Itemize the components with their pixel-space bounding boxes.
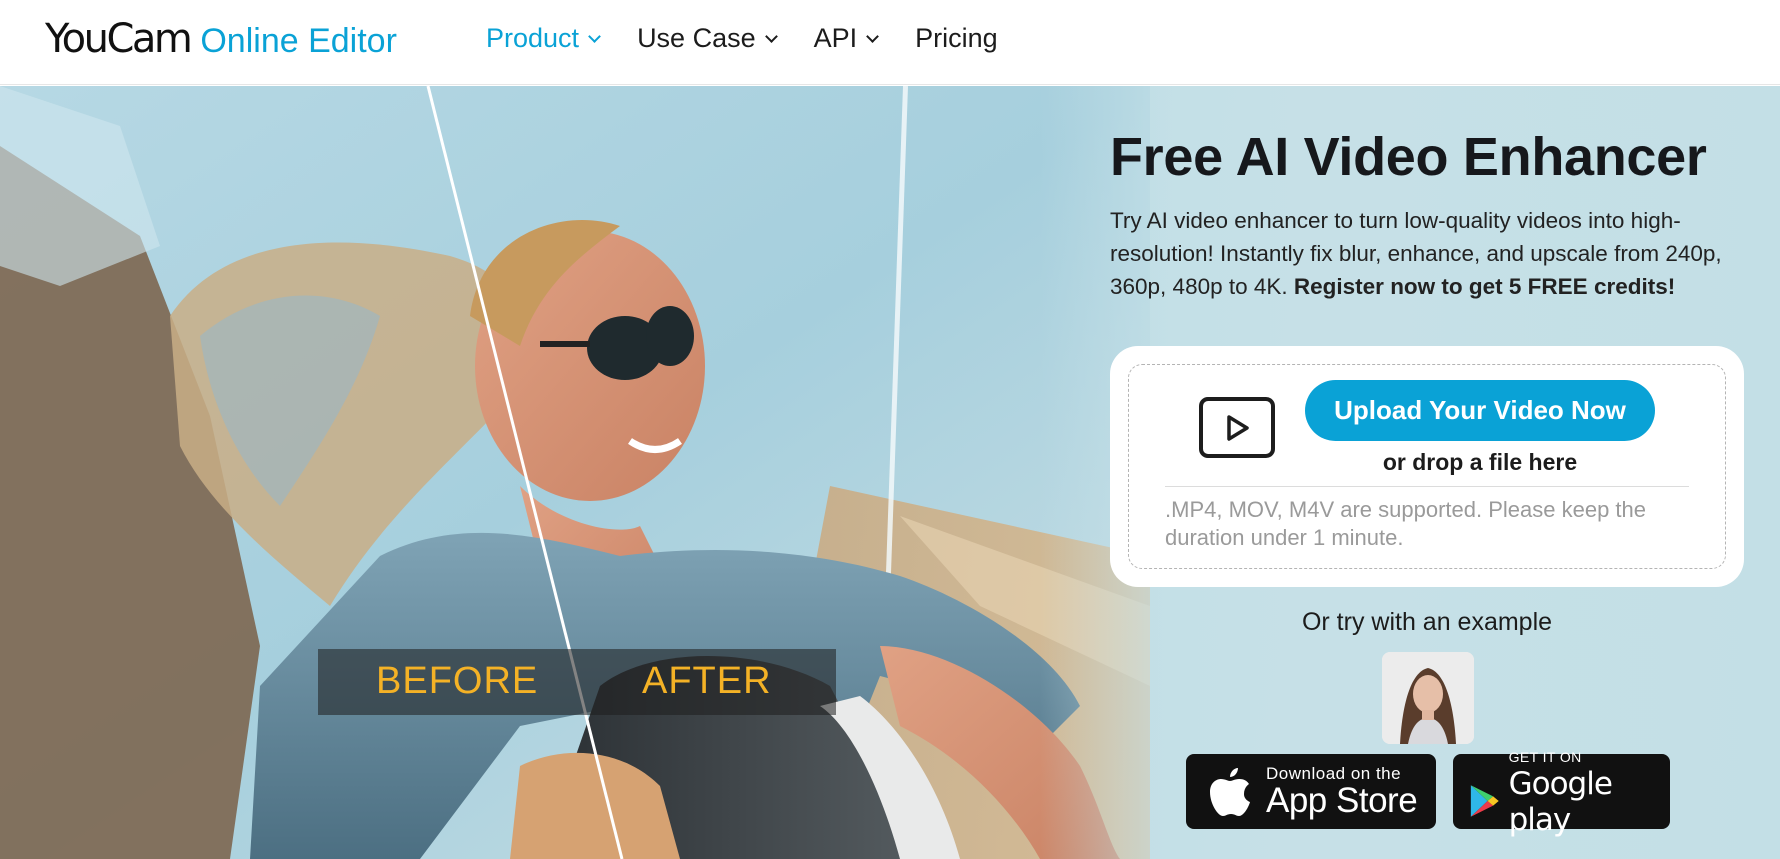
nav-item-product[interactable]: Product xyxy=(486,20,601,56)
nav-item-label: Pricing xyxy=(915,22,998,53)
chevron-down-icon xyxy=(764,29,778,43)
google-play-small-text: GET IT ON xyxy=(1508,748,1582,765)
nav-item-label: Product xyxy=(486,22,580,53)
google-play-big-text: Google play xyxy=(1508,765,1613,838)
before-label: BEFORE xyxy=(376,660,539,702)
drop-file-text: or drop a file here xyxy=(1382,449,1578,475)
upload-divider xyxy=(1165,486,1689,487)
nav-item-pricing[interactable]: Pricing xyxy=(915,20,998,56)
google-play-icon xyxy=(1470,784,1499,817)
app-store-big-text: App Store xyxy=(1266,780,1418,820)
chevron-down-icon xyxy=(866,29,880,43)
upload-card: Upload Your Video Now or drop a file her… xyxy=(1110,346,1744,587)
chevron-down-icon xyxy=(588,29,601,43)
site-header: YouCam Online Editor Product Use Case AP… xyxy=(0,0,1780,85)
upload-video-button[interactable]: Upload Your Video Now xyxy=(1305,380,1655,441)
app-store-button[interactable]: Download on the App Store xyxy=(1186,754,1436,829)
hero-description-highlight: Register now to get 5 FREE credits! xyxy=(1293,274,1676,299)
app-store-small-text: Download on the xyxy=(1266,763,1402,783)
example-video-thumbnail[interactable] xyxy=(1382,652,1474,744)
supported-formats-text: .MP4, MOV, M4V are supported. Please kee… xyxy=(1165,497,1647,550)
nav-item-label: Use Case xyxy=(637,22,756,53)
logo[interactable]: YouCam Online Editor xyxy=(45,16,397,62)
after-label: AFTER xyxy=(642,660,772,702)
logo-main-text: YouCam xyxy=(45,16,193,62)
page-title: Free AI Video Enhancer xyxy=(1110,127,1707,187)
before-after-hero-image xyxy=(0,86,1150,859)
hero-description: Try AI video enhancer to turn low-qualit… xyxy=(1110,204,1740,303)
hero-section: BEFORE AFTER Free AI Video Enhancer Try … xyxy=(0,86,1780,859)
try-example-label: Or try with an example xyxy=(1301,608,1553,636)
nav-item-use-case[interactable]: Use Case xyxy=(637,20,778,56)
nav-item-api[interactable]: API xyxy=(813,20,880,56)
logo-sub-text: Online Editor xyxy=(200,22,397,60)
video-play-icon xyxy=(1199,397,1275,458)
apple-icon xyxy=(1210,767,1250,816)
upload-dropzone[interactable]: Upload Your Video Now or drop a file her… xyxy=(1128,364,1726,569)
nav-item-label: API xyxy=(813,22,858,53)
google-play-button[interactable]: GET IT ON Google play xyxy=(1453,749,1670,838)
main-nav: Product Use Case API Pricing xyxy=(486,20,1036,56)
